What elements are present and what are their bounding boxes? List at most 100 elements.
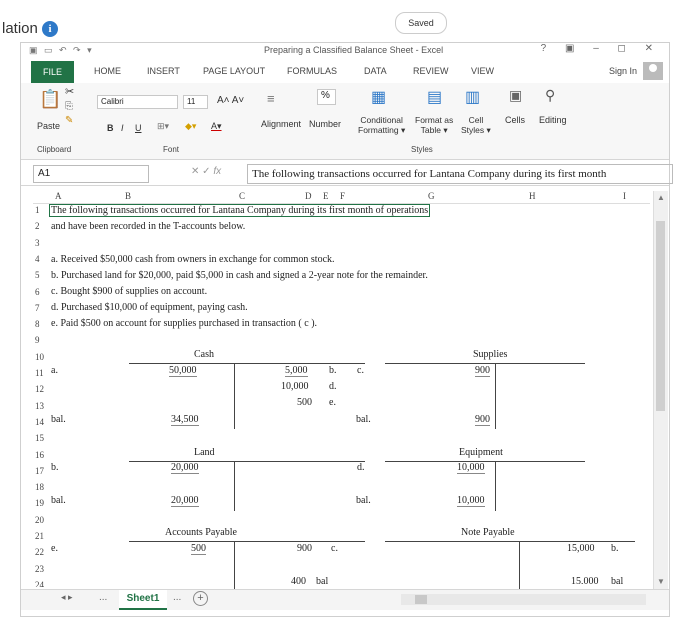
row-header[interactable]: 1: [35, 205, 40, 215]
row-header[interactable]: 20: [35, 515, 44, 525]
fill-color-icon[interactable]: ◆▾: [185, 121, 196, 132]
formula-input[interactable]: The following transactions occurred for …: [247, 164, 673, 184]
col-d[interactable]: D: [305, 191, 312, 201]
cell-a22[interactable]: e.: [51, 543, 58, 554]
row-header[interactable]: 16: [35, 450, 44, 460]
col-f[interactable]: F: [340, 191, 345, 201]
tab-formulas[interactable]: FORMULAS: [287, 66, 337, 76]
name-box[interactable]: A1: [33, 165, 149, 183]
cell-a17[interactable]: b.: [51, 462, 59, 473]
editing-icon[interactable]: ⚲: [545, 87, 555, 104]
row-header[interactable]: 9: [35, 335, 40, 345]
sheet-nav-ellipsis-left[interactable]: ...: [99, 592, 107, 603]
tx-e[interactable]: e. Paid $500 on account for supplies pur…: [51, 318, 317, 329]
equipment-debit-d[interactable]: 10,000: [457, 462, 485, 474]
cash-credit-b-label[interactable]: b.: [329, 365, 337, 376]
cash-credit-d[interactable]: 10,000: [281, 381, 309, 392]
format-as-table-button[interactable]: Format as Table ▾: [415, 115, 453, 136]
cells-button[interactable]: Cells: [505, 115, 525, 125]
supplies-balance[interactable]: 900: [475, 414, 490, 426]
equipment-title[interactable]: Equipment: [459, 447, 503, 458]
vertical-scrollbar[interactable]: ▲ ▼: [653, 191, 668, 589]
font-name-select[interactable]: Calibri: [97, 95, 178, 109]
row-header[interactable]: 13: [35, 401, 44, 411]
col-h[interactable]: H: [529, 191, 536, 201]
supplies-debit-c[interactable]: 900: [475, 365, 490, 377]
format-as-table-icon[interactable]: ▤: [427, 87, 442, 107]
paste-icon[interactable]: 📋: [39, 89, 61, 110]
row-header[interactable]: 11: [35, 368, 44, 378]
row-header[interactable]: 17: [35, 466, 44, 476]
bold-button[interactable]: B: [107, 123, 114, 133]
horizontal-scrollbar[interactable]: [401, 594, 646, 605]
vertical-scroll-thumb[interactable]: [656, 221, 665, 411]
cell-styles-button[interactable]: Cell Styles ▾: [461, 115, 491, 136]
tab-view[interactable]: VIEW: [471, 66, 494, 76]
row-header[interactable]: 14: [35, 417, 44, 427]
cell-a14[interactable]: bal.: [51, 414, 66, 425]
alignment-button[interactable]: Alignment: [261, 119, 301, 129]
supplies-balance-label[interactable]: bal.: [356, 414, 371, 425]
np-balance-label[interactable]: bal: [611, 576, 623, 584]
percent-icon[interactable]: %: [317, 89, 336, 105]
row-header[interactable]: 15: [35, 433, 44, 443]
ap-credit-c-label[interactable]: c.: [331, 543, 338, 554]
tab-file[interactable]: FILE: [31, 61, 74, 83]
ap-debit-e[interactable]: 500: [191, 543, 206, 555]
font-grow-button[interactable]: A˄ A˅: [217, 95, 244, 106]
cell-intro-2[interactable]: and have been recorded in the T-accounts…: [51, 221, 245, 232]
ap-balance-label[interactable]: bal: [316, 576, 328, 584]
row-header[interactable]: 2: [35, 221, 40, 231]
tab-page-layout[interactable]: PAGE LAYOUT: [203, 66, 265, 76]
tx-c[interactable]: c. Bought $900 of supplies on account.: [51, 286, 207, 297]
quick-access-toolbar[interactable]: ▣ ▭ ↶ ↷ ▾: [29, 45, 94, 56]
np-credit-b[interactable]: 15,000: [567, 543, 595, 554]
font-size-select[interactable]: 11: [183, 95, 208, 109]
row-header[interactable]: 7: [35, 303, 40, 313]
col-b[interactable]: B: [125, 191, 131, 201]
col-c[interactable]: C: [239, 191, 245, 201]
border-icon[interactable]: ⊞▾: [157, 121, 169, 132]
info-icon[interactable]: i: [42, 21, 58, 37]
row-header[interactable]: 3: [35, 238, 40, 248]
cell-a19[interactable]: bal.: [51, 495, 66, 506]
land-debit-b[interactable]: 20,000: [171, 462, 199, 474]
np-credit-b-label[interactable]: b.: [611, 543, 619, 554]
row-header[interactable]: 23: [35, 564, 44, 574]
row-header[interactable]: 10: [35, 352, 44, 362]
cash-balance[interactable]: 34,500: [171, 414, 199, 426]
conditional-formatting-button[interactable]: Conditional Formatting ▾: [358, 115, 405, 136]
col-g[interactable]: G: [428, 191, 435, 201]
ap-credit-c[interactable]: 900: [297, 543, 312, 554]
window-controls[interactable]: ? ▣ – ◻ ✕: [541, 43, 661, 54]
tab-insert[interactable]: INSERT: [147, 66, 180, 76]
editing-button[interactable]: Editing: [539, 115, 567, 125]
row-header[interactable]: 8: [35, 319, 40, 329]
col-a[interactable]: A: [55, 191, 62, 201]
equipment-label-d[interactable]: d.: [357, 462, 365, 473]
alignment-icon[interactable]: ≡: [267, 91, 275, 106]
tab-data[interactable]: DATA: [364, 66, 387, 76]
scroll-up-icon[interactable]: ▲: [656, 193, 666, 203]
cash-credit-d-label[interactable]: d.: [329, 381, 337, 392]
conditional-formatting-icon[interactable]: ▦: [371, 87, 386, 107]
supplies-label-c[interactable]: c.: [357, 365, 364, 376]
supplies-title[interactable]: Supplies: [473, 349, 507, 360]
copy-icon[interactable]: ⎘: [65, 101, 73, 112]
row-header[interactable]: 12: [35, 384, 44, 394]
cash-debit-a[interactable]: 50,000: [169, 365, 197, 377]
cash-credit-b[interactable]: 5,000: [285, 365, 308, 377]
ap-balance[interactable]: 400: [291, 576, 306, 584]
accounts-payable-title[interactable]: Accounts Payable: [165, 527, 237, 538]
horizontal-scroll-thumb[interactable]: [415, 595, 427, 604]
cash-credit-e-label[interactable]: e.: [329, 397, 336, 408]
tx-a[interactable]: a. Received $50,000 cash from owners in …: [51, 254, 335, 265]
row-header[interactable]: 22: [35, 547, 44, 557]
equipment-balance-label[interactable]: bal.: [356, 495, 371, 506]
sheet-nav-ellipsis-right[interactable]: ...: [173, 592, 181, 603]
sheet-nav-arrows[interactable]: ◂ ▸: [61, 592, 73, 603]
row-header[interactable]: 18: [35, 482, 44, 492]
formula-buttons[interactable]: ✕ ✓ fx: [191, 166, 221, 177]
row-header[interactable]: 4: [35, 254, 40, 264]
tab-home[interactable]: HOME: [94, 66, 121, 76]
